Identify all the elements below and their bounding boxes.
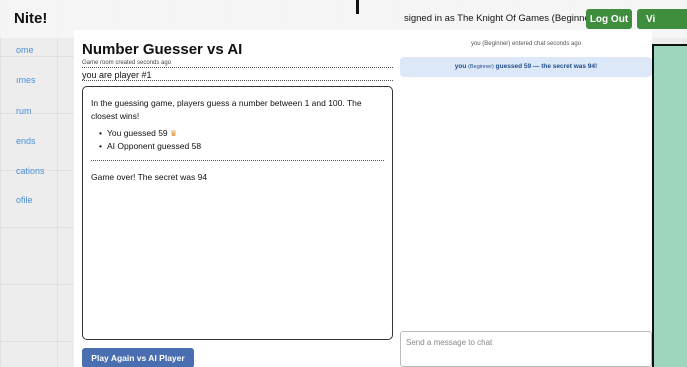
bullet-icon: • [99, 128, 102, 138]
sidebar-item-notifications[interactable]: cations [16, 166, 45, 176]
chat-message-level: (Beginner) [468, 64, 494, 70]
list-item: • AI Opponent guessed 58 [99, 140, 201, 153]
player-number: you are player #1 [82, 70, 152, 80]
chat-message: you (Beginner) guessed 59 — the secret w… [400, 57, 652, 77]
guess-text: AI Opponent guessed 58 [107, 141, 202, 151]
sidebar-item-profile[interactable]: ofile [16, 195, 33, 205]
sidebar-item-home[interactable]: ome [16, 45, 34, 55]
site-logo[interactable]: Nite! [14, 10, 47, 27]
view-button[interactable]: Vi [637, 9, 687, 29]
chat-entered-notice: you (Beginner) entered chat seconds ago [470, 41, 582, 47]
list-item: • You guessed 59 ♛ [99, 127, 201, 140]
chat-message-user: you [454, 63, 467, 70]
side-panel [652, 44, 687, 367]
created-timestamp: Game room created seconds ago [82, 60, 172, 66]
game-log-box: In the guessing game, players guess a nu… [82, 86, 393, 340]
game-rules: In the guessing game, players guess a nu… [91, 98, 362, 121]
bullet-icon: • [99, 141, 102, 151]
divider [356, 0, 359, 14]
game-result: Game over! The secret was 94 [91, 172, 208, 182]
divider [82, 67, 393, 68]
divider [91, 160, 384, 161]
sidebar-item-friends[interactable]: ends [16, 136, 36, 146]
play-again-button[interactable]: Play Again vs AI Player [82, 348, 194, 367]
sidebar-item-games[interactable]: ımes [16, 75, 36, 85]
sidebar-item-forum[interactable]: rum [16, 106, 32, 116]
divider [82, 80, 393, 81]
page-title: Number Guesser vs AI [82, 41, 243, 58]
signed-in-status: signed in as The Knight Of Games (Beginn… [404, 13, 597, 24]
chat-message-text: guessed 59 — the secret was 94! [495, 63, 598, 70]
logout-button[interactable]: Log Out [586, 9, 632, 29]
chat-input[interactable] [400, 331, 652, 367]
guess-list: • You guessed 59 ♛ • AI Opponent guessed… [99, 127, 201, 153]
crown-icon: ♛ [170, 129, 178, 138]
guess-text: You guessed 59 [107, 128, 168, 138]
